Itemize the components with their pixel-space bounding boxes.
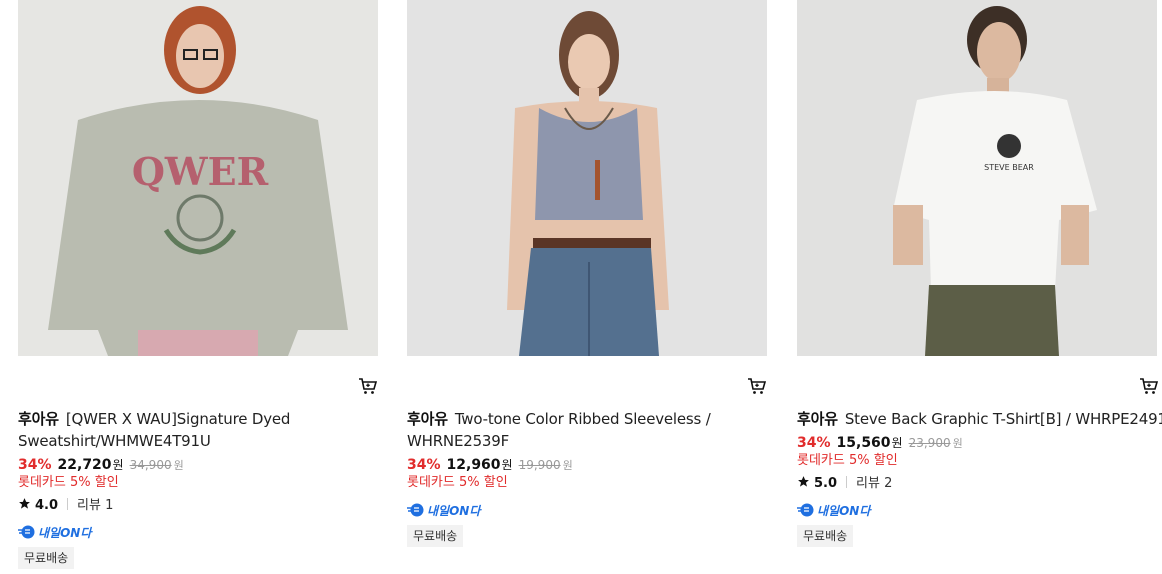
review-summary: 5.0 리뷰 2 <box>797 475 892 492</box>
product-card[interactable]: STEVE BEAR 후아유 Steve Back Graphic T-Shirt… <box>797 0 1162 547</box>
product-name: Steve Back Graphic T-Shirt[B] / WHRPE249… <box>844 410 1162 428</box>
card-promo: 롯데카드 5% 할인 <box>797 453 898 468</box>
delivery-badge: 내일ON다 <box>18 522 92 540</box>
svg-text:STEVE BEAR: STEVE BEAR <box>984 163 1034 172</box>
card-promo: 롯데카드 5% 할인 <box>407 475 508 490</box>
sale-price: 12,960 <box>446 457 501 473</box>
cart-icon[interactable] <box>1139 376 1159 396</box>
delivery-label: 내일ON다 <box>38 526 92 540</box>
original-price: 23,900 <box>908 436 951 450</box>
price-unit: 원 <box>112 458 124 472</box>
original-price-unit: 원 <box>952 437 963 450</box>
svg-text:QWER: QWER <box>132 149 269 194</box>
star-icon <box>798 476 809 487</box>
brand-name: 후아유 <box>18 410 59 428</box>
price-row: 34% 15,560원 23,900 원 <box>797 434 963 453</box>
product-image[interactable]: QWER <box>18 0 378 356</box>
product-title[interactable]: 후아유 Two-tone Color Ribbed Sleeveless / WH… <box>407 408 767 452</box>
cart-icon[interactable] <box>358 376 378 396</box>
delivery-truck-icon <box>797 503 814 517</box>
free-shipping-badge: 무료배송 <box>18 547 75 569</box>
discount-rate: 34% <box>18 457 52 473</box>
product-image[interactable]: STEVE BEAR <box>797 0 1157 356</box>
model-photo: STEVE BEAR <box>797 0 1157 356</box>
review-summary: 4.0 리뷰 1 <box>18 497 113 514</box>
product-title[interactable]: 후아유 Steve Back Graphic T-Shirt[B] / WHRPE… <box>797 408 1162 430</box>
product-title[interactable]: 후아유 [QWER X WAU]Signature Dyed Sweatshirt… <box>18 408 378 452</box>
model-photo <box>407 0 767 356</box>
delivery-badge: 내일ON다 <box>407 500 481 518</box>
price-unit: 원 <box>501 458 513 472</box>
model-photo: QWER <box>18 0 378 356</box>
cart-icon[interactable] <box>747 376 767 396</box>
delivery-truck-icon <box>18 525 35 539</box>
sale-price: 15,560 <box>836 435 891 451</box>
free-shipping-badge: 무료배송 <box>797 525 854 547</box>
product-image[interactable] <box>407 0 767 356</box>
price-row: 34% 22,720원 34,900 원 <box>18 456 184 475</box>
star-icon <box>19 498 30 509</box>
discount-rate: 34% <box>797 435 831 451</box>
original-price: 19,900 <box>518 458 561 472</box>
review-count: 리뷰 1 <box>77 498 114 513</box>
discount-rate: 34% <box>407 457 441 473</box>
free-shipping-badge: 무료배송 <box>407 525 464 547</box>
product-card[interactable]: QWER 후아유 [QWER X WAU]Signature Dyed Sweat… <box>18 0 378 569</box>
delivery-truck-icon <box>407 503 424 517</box>
rating-score: 5.0 <box>814 476 838 491</box>
delivery-label: 내일ON다 <box>427 504 481 518</box>
rating-score: 4.0 <box>35 498 59 513</box>
brand-name: 후아유 <box>797 410 838 428</box>
divider <box>846 476 848 488</box>
card-promo: 롯데카드 5% 할인 <box>18 475 119 490</box>
sale-price: 22,720 <box>57 457 112 473</box>
product-card[interactable]: 후아유 Two-tone Color Ribbed Sleeveless / WH… <box>407 0 767 547</box>
price-unit: 원 <box>891 436 903 450</box>
review-count: 리뷰 2 <box>856 476 893 491</box>
price-row: 34% 12,960원 19,900 원 <box>407 456 573 475</box>
original-price-unit: 원 <box>173 459 184 472</box>
original-price-unit: 원 <box>562 459 573 472</box>
delivery-badge: 내일ON다 <box>797 500 871 518</box>
original-price: 34,900 <box>129 458 172 472</box>
delivery-label: 내일ON다 <box>817 504 871 518</box>
brand-name: 후아유 <box>407 410 448 428</box>
divider <box>67 498 69 510</box>
product-name: Two-tone Color Ribbed Sleeveless / WHRNE… <box>407 410 711 450</box>
